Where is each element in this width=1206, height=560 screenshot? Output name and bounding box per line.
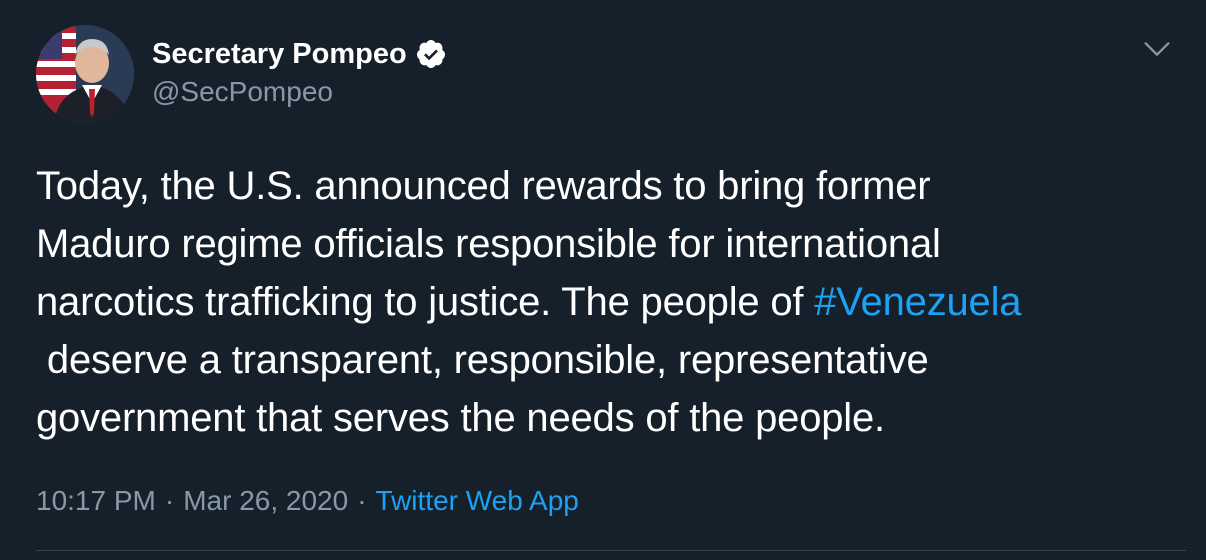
tweet-time[interactable]: 10:17 PM xyxy=(36,485,156,516)
divider xyxy=(36,550,1186,551)
tweet-date[interactable]: Mar 26, 2020 xyxy=(183,485,348,516)
author-display-name[interactable]: Secretary Pompeo xyxy=(152,36,447,72)
profile-photo-icon xyxy=(36,25,134,123)
verified-badge-icon xyxy=(416,40,445,68)
author-handle[interactable]: @SecPompeo xyxy=(152,75,333,109)
tweet-text-segment: narcotics trafficking to justice. The pe… xyxy=(36,280,815,324)
tweet-text-line: narcotics trafficking to justice. The pe… xyxy=(36,273,1176,331)
avatar[interactable] xyxy=(36,25,134,123)
meta-separator: · xyxy=(164,485,175,516)
tweet-text-line: Maduro regime officials responsible for … xyxy=(36,222,941,266)
tweet-text-line: government that serves the needs of the … xyxy=(36,396,885,440)
author-name-text[interactable]: Secretary Pompeo xyxy=(152,36,407,72)
tweet-card: Secretary Pompeo @SecPompeo Today, the U… xyxy=(0,0,1206,560)
tweet-source-link[interactable]: Twitter Web App xyxy=(376,485,579,516)
chevron-down-icon[interactable] xyxy=(1140,32,1174,66)
hashtag-link[interactable]: #Venezuela xyxy=(814,280,1021,324)
meta-separator: · xyxy=(357,485,367,516)
tweet-text: Today, the U.S. announced rewards to bri… xyxy=(36,157,1176,447)
tweet-text-line: deserve a transparent, responsible, repr… xyxy=(36,338,929,382)
tweet-text-line: Today, the U.S. announced rewards to bri… xyxy=(36,164,931,208)
tweet-metadata: 10:17 PM · Mar 26, 2020 · Twitter Web App xyxy=(36,482,579,520)
